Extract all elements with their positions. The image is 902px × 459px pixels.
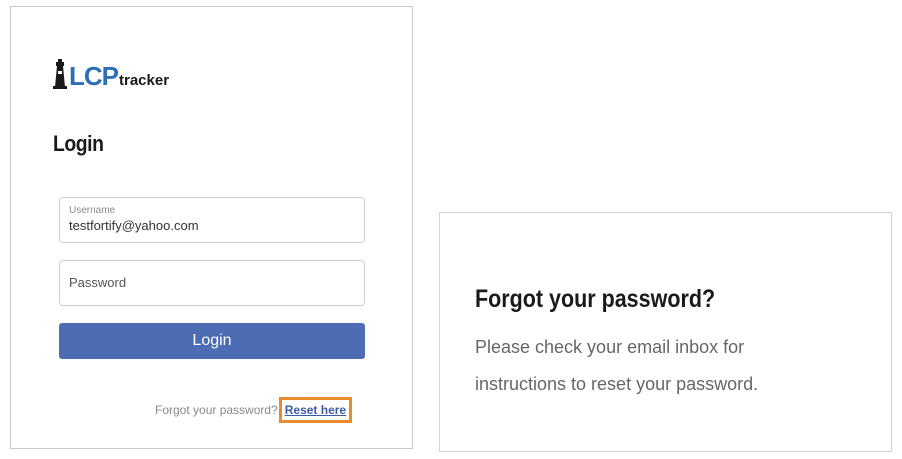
username-value: testfortify@yahoo.com <box>69 218 199 233</box>
lcptracker-logo: LCP tracker <box>53 57 169 89</box>
login-card: LCP tracker Login Username testfortify@y… <box>10 6 413 449</box>
lighthouse-icon <box>53 59 67 89</box>
forgot-password-title: Forgot your password? <box>475 285 716 313</box>
username-label: Username <box>69 205 116 216</box>
forgot-message-line-1: Please check your email inbox for <box>475 337 745 357</box>
forgot-message-line-2: instructions to reset your password. <box>475 374 759 394</box>
login-heading: Login <box>53 131 104 156</box>
forgot-password-message: Please check your email inbox for instru… <box>475 329 875 403</box>
reset-password-link[interactable]: Reset here <box>278 397 353 423</box>
forgot-password-prompt: Forgot your password? <box>155 403 278 417</box>
login-button[interactable]: Login <box>59 323 365 359</box>
password-placeholder: Password <box>69 275 127 290</box>
logo-brand-text: LCP <box>69 61 119 91</box>
password-field[interactable]: Password <box>59 260 365 306</box>
forgot-password-card: Forgot your password? Please check your … <box>439 212 892 452</box>
forgot-password-row: Forgot your password? Reset here <box>155 397 353 423</box>
logo-suffix-text: tracker <box>119 72 170 89</box>
username-field[interactable]: Username testfortify@yahoo.com <box>59 197 365 243</box>
